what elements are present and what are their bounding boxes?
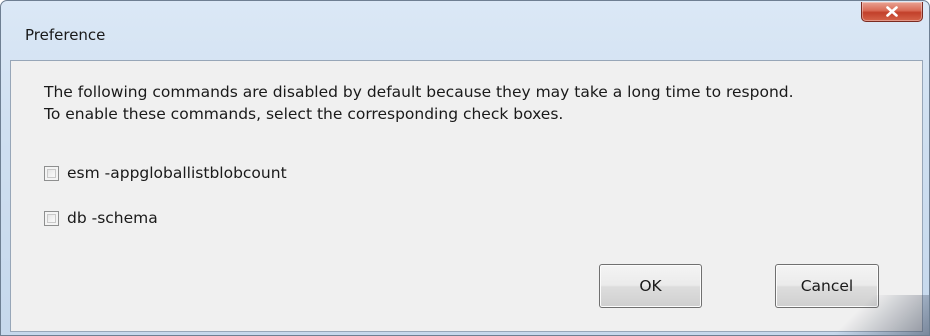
description-line-1: The following commands are disabled by d… <box>44 83 794 101</box>
checkbox-option-db-schema[interactable]: db -schema <box>44 209 158 227</box>
checkbox-esm-appgloballistblobcount[interactable] <box>44 165 59 181</box>
preference-dialog-window: Preference The following commands are di… <box>0 0 930 336</box>
close-x-icon <box>886 6 898 17</box>
window-title: Preference <box>25 26 106 44</box>
checkbox-option-esm-appgloballistblobcount[interactable]: esm -appgloballistblobcount <box>44 164 287 182</box>
dialog-content: The following commands are disabled by d… <box>10 60 923 332</box>
checkbox-db-schema[interactable] <box>44 210 59 226</box>
checkbox-label-esm-appgloballistblobcount: esm -appgloballistblobcount <box>67 164 287 182</box>
close-button[interactable] <box>861 2 923 22</box>
description-line-2: To enable these commands, select the cor… <box>44 105 564 123</box>
description-text: The following commands are disabled by d… <box>44 81 794 125</box>
checkbox-label-db-schema: db -schema <box>67 209 158 227</box>
cancel-button[interactable]: Cancel <box>775 264 879 308</box>
ok-button[interactable]: OK <box>599 264 702 308</box>
title-bar[interactable]: Preference <box>1 1 929 44</box>
